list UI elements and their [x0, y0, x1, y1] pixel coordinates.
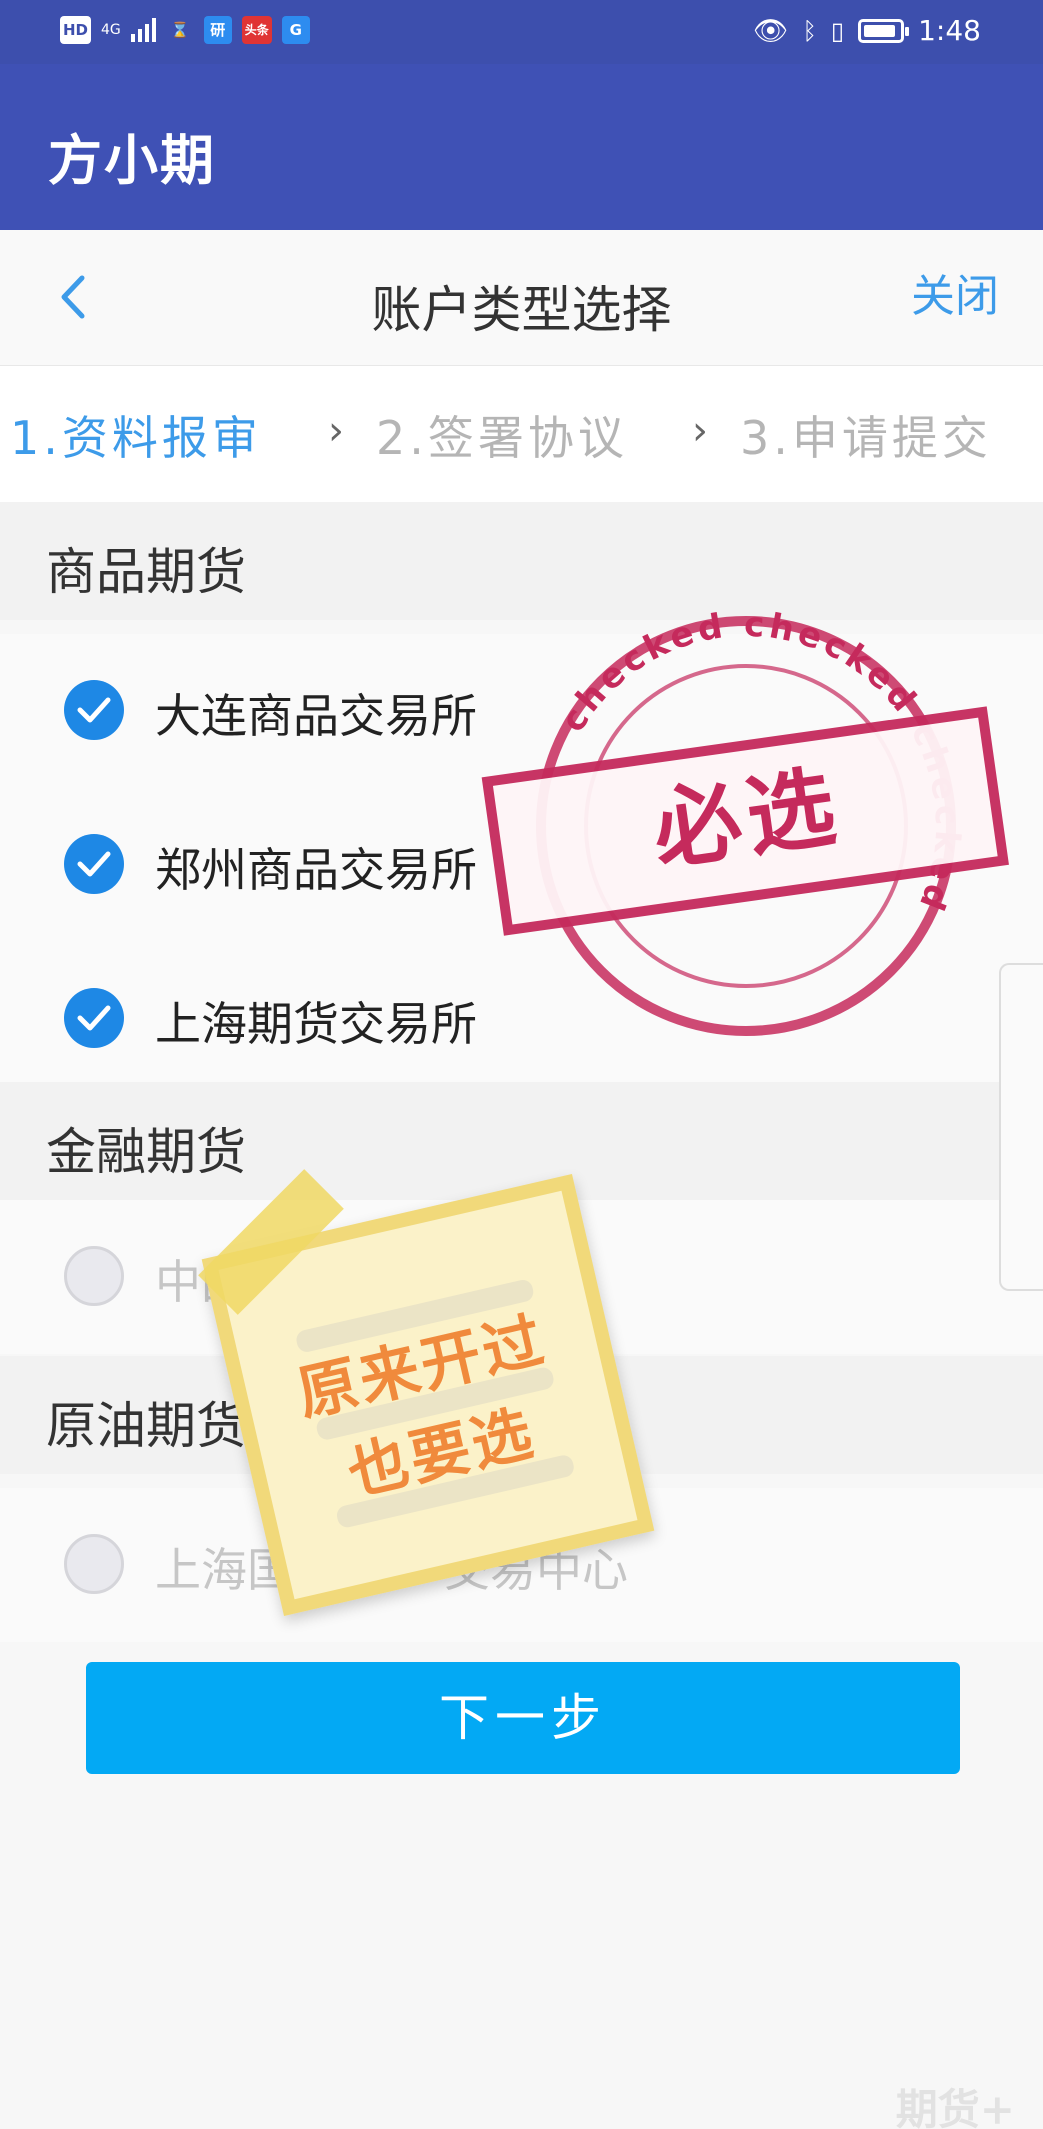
bluetooth-icon: ᛒ	[802, 16, 817, 45]
status-bar: HD 4G ⌛ 研 头条 G 👁 ᛒ ▯ 1:48	[0, 0, 1043, 64]
step-3: 3.申请提交	[740, 411, 992, 465]
eye-icon: 👁	[752, 14, 789, 47]
step-1: 1.资料报审	[10, 411, 262, 465]
checkbox-checked[interactable]	[64, 834, 124, 894]
checkbox-unchecked[interactable]	[64, 1246, 124, 1306]
chevron-right-icon: ›	[692, 408, 708, 454]
checkbox-checked[interactable]	[64, 988, 124, 1048]
close-button[interactable]: 关闭	[911, 260, 999, 324]
step-indicator: 1.资料报审 › 2.签署协议 › 3.申请提交	[0, 366, 1043, 502]
watermark: 期货+	[895, 2085, 1015, 2129]
page-title: 账户类型选择	[371, 281, 672, 339]
chevron-right-icon: ›	[328, 408, 344, 454]
clock: 1:48	[918, 14, 981, 47]
battery-icon	[858, 18, 910, 43]
section-title: 金融期货	[46, 1123, 246, 1181]
section-financial-futures: 金融期货	[0, 1082, 1043, 1200]
check-icon	[77, 697, 111, 723]
checkbox-checked[interactable]	[64, 680, 124, 740]
hd-icon: HD	[60, 16, 92, 44]
exchange-label: 上海期货交易所	[155, 997, 477, 1051]
hourglass-icon: ⌛	[170, 21, 190, 39]
required-stamp: checked checked checked 必选	[476, 596, 1016, 1056]
step-2: 2.签署协议	[376, 411, 628, 465]
exchange-label: 大连商品交易所	[155, 689, 477, 743]
vibrate-icon: ▯	[830, 16, 845, 45]
status-bar-left: HD 4G ⌛ 研 头条 G	[60, 16, 310, 44]
nav-bar: 账户类型选择 关闭	[0, 230, 1043, 366]
news-app-icon: 头条	[241, 16, 272, 44]
section-title: 商品期货	[46, 543, 246, 601]
app-notification-icon: 研	[203, 16, 232, 44]
check-icon	[77, 1005, 111, 1031]
check-icon	[77, 851, 111, 877]
checkbox-unchecked[interactable]	[64, 1534, 124, 1594]
next-step-button[interactable]: 下一步	[86, 1662, 960, 1774]
g-app-icon: G	[281, 16, 310, 44]
app-bar: 方小期	[0, 64, 1043, 230]
network-type: 4G	[101, 22, 121, 38]
section-title: 原油期货	[46, 1397, 246, 1455]
exchange-label: 郑州商品交易所	[155, 843, 477, 897]
status-bar-right: 👁 ᛒ ▯ 1:48	[753, 14, 981, 47]
app-title: 方小期	[48, 129, 216, 192]
signal-icon	[130, 18, 156, 42]
